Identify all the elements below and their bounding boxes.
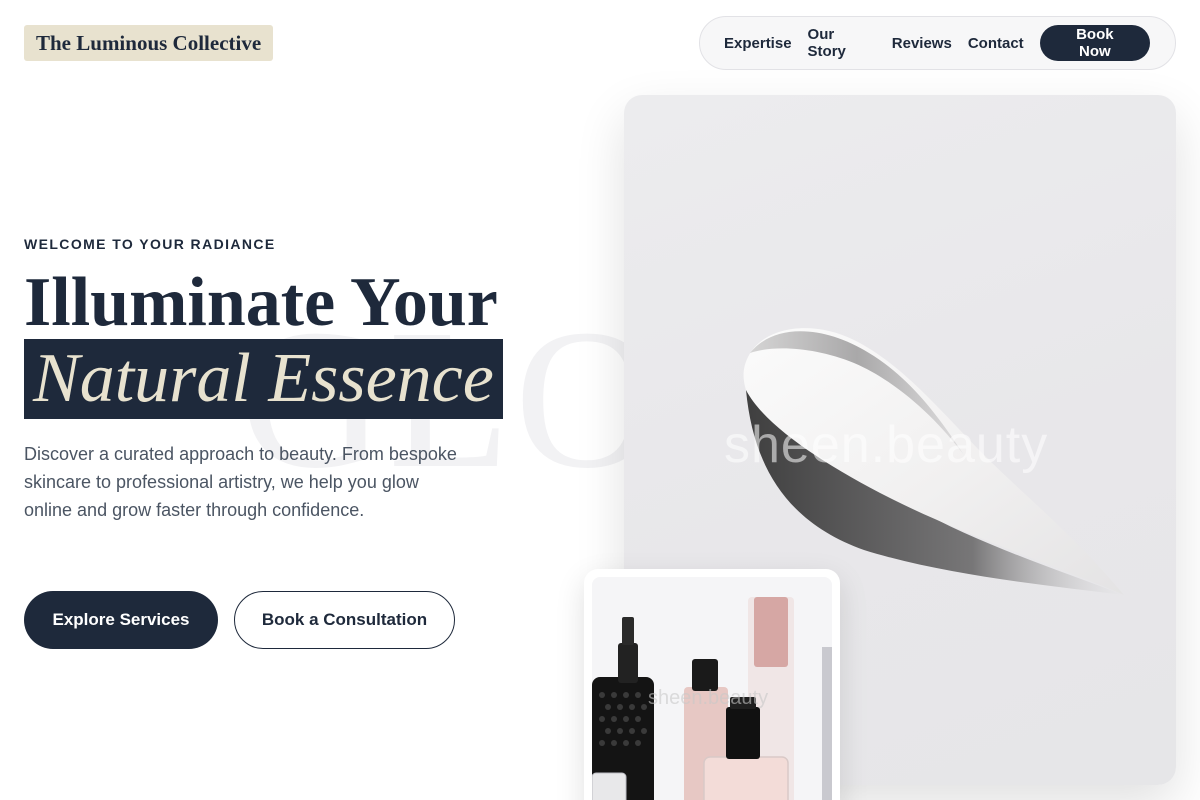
black-bottle-neck [618,643,638,683]
edge-bottle [822,647,832,800]
product-image-card: sheen.beauty [584,569,840,800]
explore-services-button[interactable]: Explore Services [24,591,218,649]
brand-logo[interactable]: The Luminous Collective [24,25,274,61]
front-bottle-cap [726,707,760,759]
main-image-watermark: sheen.beauty [724,416,1049,474]
hero-eyebrow: WELCOME TO YOUR RADIANCE [24,236,276,252]
product-image-watermark: sheen.beauty [648,687,769,709]
book-now-button[interactable]: Book Now [1039,25,1150,61]
landing-page: The Luminous Collective Expertise Our St… [0,0,1200,800]
hero-headline-line1: Illuminate Your [24,264,498,341]
hero-description: Discover a curated approach to beauty. F… [24,444,457,520]
small-clear-bottle [592,772,627,800]
front-pink-bottle [703,756,789,800]
brand-logo-text: The Luminous Collective [36,30,262,55]
nav-link-reviews[interactable]: Reviews [892,35,952,52]
black-bottle-sprayer [622,617,634,645]
pink-bottle-cap [754,597,788,667]
nav-link-our-story[interactable]: Our Story [808,26,876,60]
main-nav: Expertise Our Story Reviews Contact Book… [699,16,1176,70]
nav-link-expertise[interactable]: Expertise [724,35,792,52]
nav-link-contact[interactable]: Contact [968,35,1024,52]
perfume-bottles-image: sheen.beauty [592,577,832,800]
hero-headline-line2: Natural Essence [24,339,503,419]
book-consultation-button[interactable]: Book a Consultation [234,591,455,649]
